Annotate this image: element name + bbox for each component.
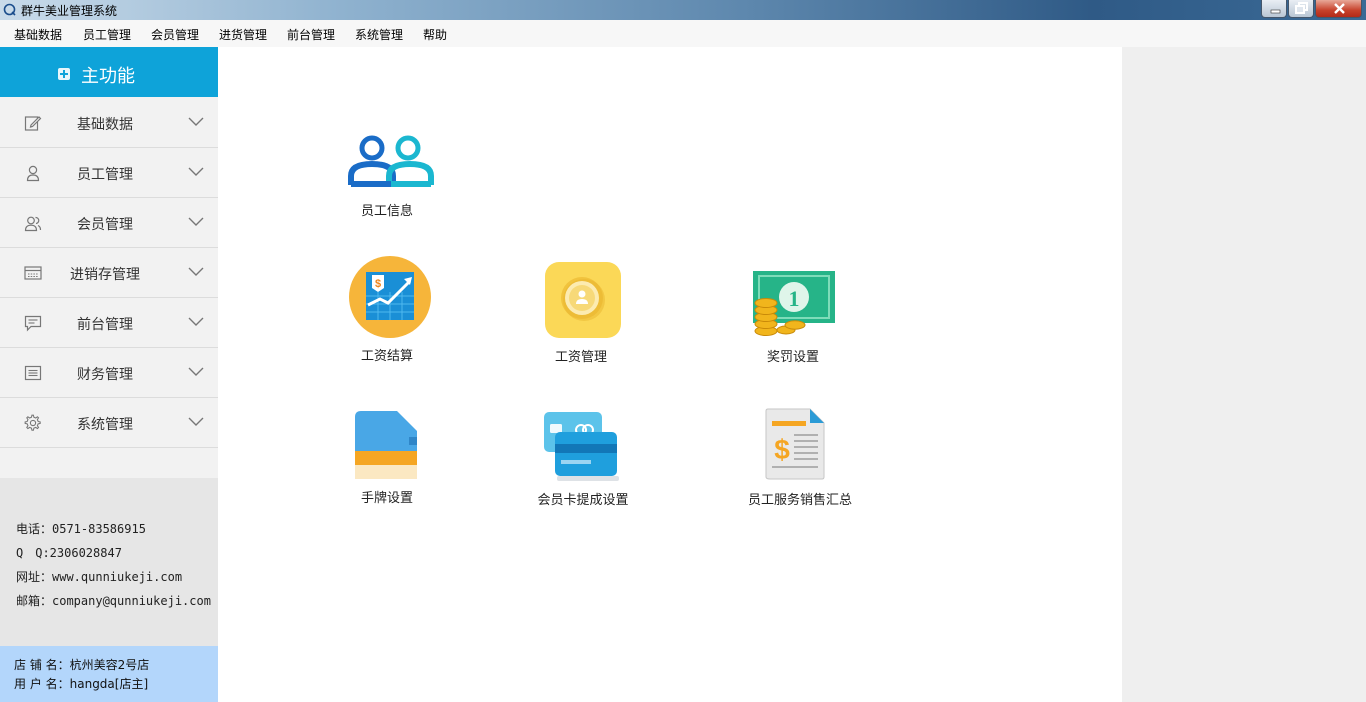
title-bar: 群牛美业管理系统 — [0, 0, 1366, 20]
right-panel — [1122, 47, 1366, 702]
sidebar: 主功能 基础数据 员工管理 会员管理 进销存管理 前台管理 财务管理 系统管理 … — [0, 47, 218, 702]
chevron-down-icon — [188, 417, 204, 426]
tile-label: 员工信息 — [360, 204, 413, 219]
tile-employee-info[interactable]: 员工信息 — [340, 130, 440, 220]
money-icon: 1 — [753, 271, 835, 336]
chevron-down-icon — [188, 317, 204, 326]
tile-label: 手牌设置 — [360, 491, 413, 506]
sidebar-item-members[interactable]: 会员管理 — [0, 198, 218, 248]
close-icon — [1334, 3, 1345, 14]
tile-label: 员工服务销售汇总 — [747, 493, 852, 508]
tile-member-card-commission[interactable]: 会员卡提成设置 — [530, 410, 640, 510]
close-button[interactable] — [1315, 0, 1362, 18]
chevron-down-icon — [188, 117, 204, 126]
contact-email: 邮箱：company@qunniukeji.com — [16, 594, 211, 608]
tile-salary-settlement[interactable]: $ 工资结算 — [340, 255, 440, 365]
chevron-down-icon — [188, 267, 204, 276]
menu-system[interactable]: 系统管理 — [355, 26, 403, 43]
sales-report-icon: $ — [765, 408, 825, 480]
tile-label: 会员卡提成设置 — [537, 493, 629, 508]
sidebar-item-staff[interactable]: 员工管理 — [0, 148, 218, 198]
sidebar-item-label: 会员管理 — [77, 217, 133, 233]
user-name: 用 户 名：hangda[店主] — [14, 677, 149, 691]
sidebar-title: 主功能 — [81, 66, 135, 87]
member-card-icon — [544, 412, 619, 481]
sidebar-item-label: 基础数据 — [77, 117, 133, 133]
employees-icon — [348, 135, 434, 190]
sidebar-item-front-desk[interactable]: 前台管理 — [0, 298, 218, 348]
sidebar-item-label: 进销存管理 — [70, 267, 140, 283]
sidebar-item-system[interactable]: 系统管理 — [0, 398, 218, 448]
sidebar-header[interactable]: 主功能 — [0, 47, 218, 97]
tile-label: 奖罚设置 — [766, 350, 819, 365]
minimize-icon — [1270, 9, 1281, 14]
sidebar-item-label: 财务管理 — [77, 367, 133, 383]
chevron-down-icon — [188, 367, 204, 376]
tile-label: 工资管理 — [554, 350, 607, 365]
svg-text:1: 1 — [789, 286, 800, 311]
tile-salary-management[interactable]: 工资管理 — [535, 262, 635, 367]
sidebar-item-label: 前台管理 — [77, 317, 133, 333]
chevron-down-icon — [188, 217, 204, 226]
tile-hand-tag[interactable]: 手牌设置 — [340, 410, 440, 510]
chevron-down-icon — [188, 167, 204, 176]
sidebar-item-finance[interactable]: 财务管理 — [0, 348, 218, 398]
contact-qq: Q Q:2306028847 — [16, 546, 122, 560]
sd-card-icon — [355, 411, 417, 479]
salary-chart-icon: $ — [349, 256, 431, 338]
menu-help[interactable]: 帮助 — [423, 26, 447, 43]
tile-label: 工资结算 — [360, 349, 413, 364]
sidebar-item-label: 系统管理 — [77, 417, 133, 433]
sidebar-item-basic-data[interactable]: 基础数据 — [0, 98, 218, 148]
tile-reward-penalty[interactable]: 1 奖罚设置 — [745, 265, 845, 365]
contact-info: 电话：0571-83586915 Q Q:2306028847 网址：www.q… — [0, 478, 218, 646]
svg-text:$: $ — [375, 278, 381, 290]
maximize-button[interactable] — [1288, 0, 1314, 18]
store-name: 店 铺 名：杭州美容2号店 — [14, 658, 150, 672]
menu-members[interactable]: 会员管理 — [151, 26, 199, 43]
sidebar-nav: 基础数据 员工管理 会员管理 进销存管理 前台管理 财务管理 系统管理 — [0, 98, 218, 448]
app-icon — [3, 3, 16, 16]
minimize-button[interactable] — [1261, 0, 1287, 18]
tile-staff-sales-summary[interactable]: $ 员工服务销售汇总 — [740, 405, 860, 510]
svg-text:$: $ — [774, 434, 790, 465]
menu-staff[interactable]: 员工管理 — [83, 26, 131, 43]
sidebar-item-label: 员工管理 — [77, 167, 133, 183]
coin-icon — [545, 262, 621, 338]
plus-icon — [58, 68, 70, 80]
menu-bar: 基础数据 员工管理 会员管理 进货管理 前台管理 系统管理 帮助 — [0, 20, 1366, 47]
restore-icon — [1295, 2, 1308, 14]
contact-website: 网址：www.qunniukeji.com — [16, 570, 183, 584]
menu-basic-data[interactable]: 基础数据 — [14, 26, 62, 43]
menu-front-desk[interactable]: 前台管理 — [287, 26, 335, 43]
menu-purchase[interactable]: 进货管理 — [219, 26, 267, 43]
user-info: 店 铺 名：杭州美容2号店 用 户 名：hangda[店主] — [0, 646, 218, 702]
contact-phone: 电话：0571-83586915 — [16, 522, 146, 536]
sidebar-item-inventory[interactable]: 进销存管理 — [0, 248, 218, 298]
window-title: 群牛美业管理系统 — [21, 4, 118, 18]
